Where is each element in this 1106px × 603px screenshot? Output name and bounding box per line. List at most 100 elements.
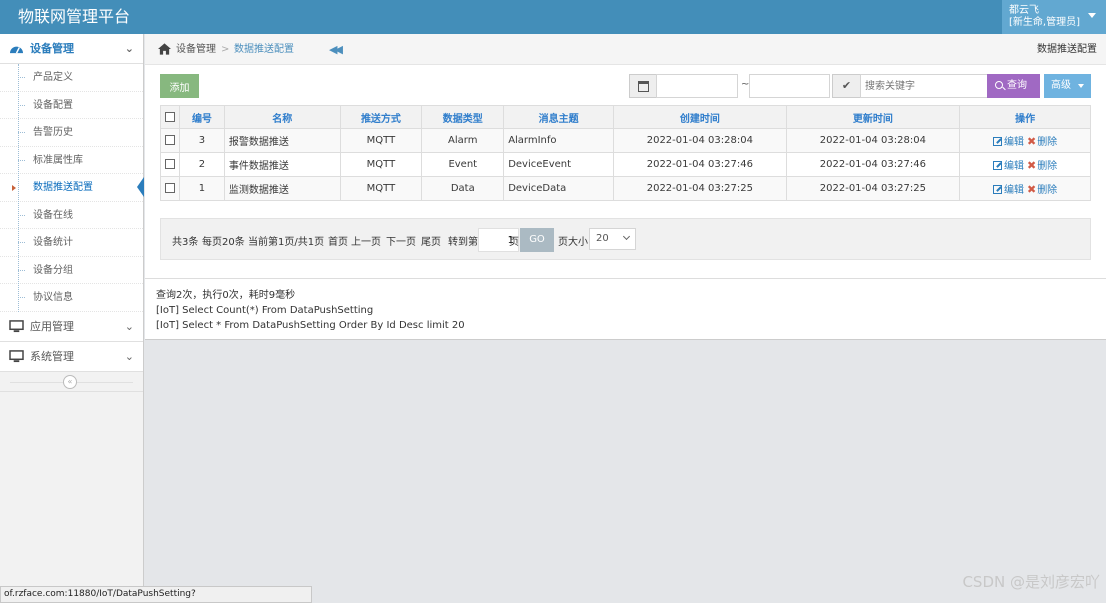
cell-method: MQTT [339, 128, 423, 153]
pagination-bar: 共3条 每页20条 当前第1页/共1页 首页 上一页 下一页 尾页 转到第 页 … [160, 218, 1091, 260]
breadcrumb-item-data-push-config[interactable]: 数据推送配置 [234, 34, 294, 65]
sidebar-group-label: 应用管理 [30, 319, 74, 333]
sidebar-item-device-online[interactable]: 设备在线 [0, 201, 143, 229]
cell-actions: 编辑 ✖删除 [959, 152, 1091, 177]
cell-id: 3 [179, 128, 225, 153]
cell-datatype: Event [421, 152, 505, 177]
cell-actions: 编辑 ✖删除 [959, 176, 1091, 201]
device-submenu: 产品定义 设备配置 告警历史 标准属性库 数据推送配置 设备在线 设备统计 设备… [0, 64, 144, 312]
cell-created: 2022-01-04 03:27:25 [613, 176, 787, 201]
delete-link[interactable]: 删除 [1037, 161, 1057, 172]
log-line: [IoT] Select * From DataPushSetting Orde… [156, 320, 465, 331]
user-menu[interactable]: 都云飞 [新生命,管理员] [1002, 0, 1106, 34]
query-button[interactable]: 查询 [987, 74, 1040, 98]
breadcrumb: 设备管理 > 数据推送配置 ◀◀ 数据推送配置 [145, 34, 1106, 65]
breadcrumb-separator: > [221, 44, 230, 55]
home-icon[interactable] [158, 43, 171, 55]
pager-size-label: 页大小 [558, 237, 588, 248]
sidebar-group-app-management[interactable]: 应用管理 ⌄ [0, 311, 143, 342]
pager-prev-link[interactable]: 上一页 [351, 233, 381, 248]
user-role: [新生命,管理员] [1009, 17, 1080, 28]
app-title[interactable]: 物联网管理平台 [18, 6, 130, 28]
column-header-method[interactable]: 推送方式 [339, 105, 423, 129]
advanced-button[interactable]: 高级 [1044, 74, 1091, 98]
chevron-down-icon: ⌄ [124, 319, 134, 333]
edit-link[interactable]: 编辑 [1004, 161, 1024, 172]
checkbox-icon [165, 183, 175, 193]
column-header-actions: 操作 [959, 105, 1091, 129]
column-header-id[interactable]: 编号 [179, 105, 225, 129]
double-left-back-icon[interactable]: ◀◀ [329, 34, 343, 65]
sidebar-item-device-group[interactable]: 设备分组 [0, 256, 143, 284]
sidebar-item-standard-attributes[interactable]: 标准属性库 [0, 146, 143, 174]
toolbar: 添加 ~ ✔ 查询 高级 [160, 74, 1091, 98]
pager-next-link[interactable]: 下一页 [386, 233, 416, 248]
log-line: 查询2次，执行0次，耗时9毫秒 [156, 290, 296, 301]
checkbox-icon [165, 159, 175, 169]
table-header-row: 编号 名称 推送方式 数据类型 消息主题 创建时间 更新时间 操作 [160, 105, 1091, 129]
sidebar-item-data-push-config[interactable]: 数据推送配置 [0, 174, 144, 202]
delete-icon: ✖ [1026, 183, 1037, 196]
page-size-value: 20 [596, 233, 609, 244]
go-button[interactable]: GO [520, 228, 554, 252]
calendar-addon [629, 74, 657, 98]
table-row: 3 报警数据推送 MQTT Alarm AlarmInfo 2022-01-04… [160, 128, 1091, 153]
column-header-name[interactable]: 名称 [223, 105, 341, 129]
sidebar-item-alarm-history[interactable]: 告警历史 [0, 119, 143, 147]
column-header-topic[interactable]: 消息主题 [503, 105, 615, 129]
chevron-down-icon: ⌄ [124, 349, 134, 363]
cell-name: 报警数据推送 [223, 128, 341, 153]
date-start-input[interactable] [656, 74, 738, 98]
sidebar-item-label: 数据推送配置 [33, 182, 93, 193]
column-header-updated[interactable]: 更新时间 [785, 105, 961, 129]
cell-topic: AlarmInfo [503, 128, 615, 153]
delete-icon: ✖ [1026, 135, 1037, 148]
sidebar-item-protocol-info[interactable]: 协议信息 [0, 284, 143, 312]
cell-datatype: Alarm [421, 128, 505, 153]
delete-link[interactable]: 删除 [1037, 185, 1057, 196]
check-icon: ✔ [832, 74, 861, 98]
advanced-label: 高级 [1051, 80, 1071, 91]
row-checkbox[interactable] [160, 152, 180, 177]
active-indicator-icon [137, 177, 144, 197]
column-header-datatype[interactable]: 数据类型 [421, 105, 505, 129]
cell-name: 监测数据推送 [223, 176, 341, 201]
cell-updated: 2022-01-04 03:28:04 [785, 128, 961, 153]
top-navbar: 物联网管理平台 都云飞 [新生命,管理员] [0, 0, 1106, 34]
search-input[interactable] [860, 74, 988, 98]
edit-icon [992, 161, 1002, 170]
row-checkbox[interactable] [160, 176, 180, 201]
pager-page-suffix: 页 [509, 237, 519, 248]
pager-first-link[interactable]: 首页 [328, 233, 348, 248]
caret-down-icon [1088, 13, 1096, 18]
edit-link[interactable]: 编辑 [1004, 185, 1024, 196]
watermark: CSDN @是刘彦宏吖 [962, 573, 1100, 591]
sidebar-item-product-definition[interactable]: 产品定义 [0, 64, 143, 92]
row-checkbox[interactable] [160, 128, 180, 153]
cell-created: 2022-01-04 03:28:04 [613, 128, 787, 153]
sidebar-group-system-management[interactable]: 系统管理 ⌄ [0, 341, 143, 372]
edit-icon [992, 137, 1002, 146]
sidebar-item-device-statistics[interactable]: 设备统计 [0, 229, 143, 257]
cell-updated: 2022-01-04 03:27:46 [785, 152, 961, 177]
edit-link[interactable]: 编辑 [1004, 137, 1024, 148]
double-left-icon[interactable]: « [63, 374, 77, 389]
edit-icon [992, 185, 1002, 194]
browser-status-url: of.rzface.com:11880/IoT/DataPushSetting?… [0, 586, 312, 603]
select-all-checkbox[interactable] [160, 105, 180, 129]
sidebar-group-label: 设备管理 [30, 42, 74, 55]
chevron-down-icon [622, 232, 631, 241]
add-button[interactable]: 添加 [160, 74, 199, 98]
breadcrumb-item-device-management[interactable]: 设备管理 [176, 34, 216, 65]
pager-goto-label: 转到第 [448, 237, 478, 248]
sidebar-item-device-config[interactable]: 设备配置 [0, 91, 143, 119]
pager-last-link[interactable]: 尾页 [421, 233, 441, 248]
cell-topic: DeviceData [503, 176, 615, 201]
date-end-input[interactable] [749, 74, 830, 98]
column-header-created[interactable]: 创建时间 [613, 105, 787, 129]
delete-link[interactable]: 删除 [1037, 137, 1057, 148]
sidebar-group-device-management[interactable]: 设备管理 ⌄ [0, 34, 143, 64]
cell-method: MQTT [339, 176, 423, 201]
page-size-select[interactable]: 20 [589, 228, 636, 250]
query-label: 查询 [1007, 80, 1027, 91]
